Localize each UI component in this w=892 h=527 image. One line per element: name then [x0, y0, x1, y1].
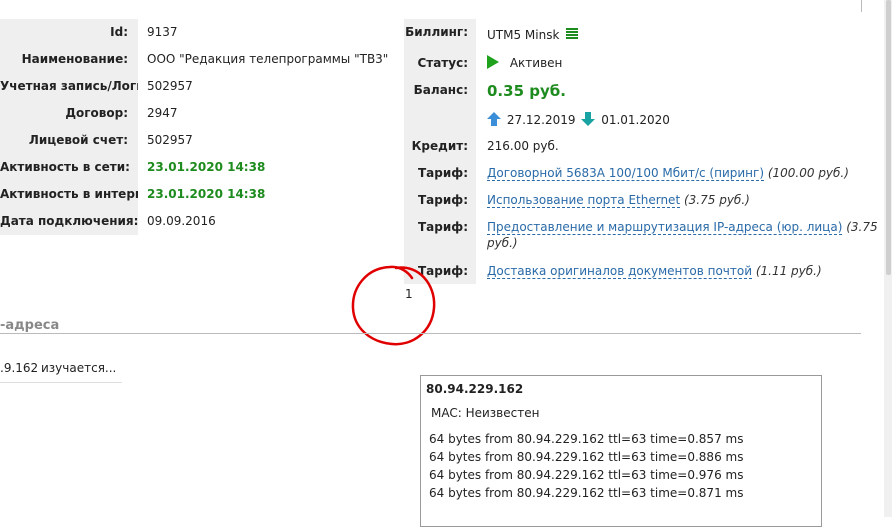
label-id: Id: — [110, 25, 128, 39]
annotation-label: 1 — [405, 287, 413, 301]
billing-labels: Биллинг: Статус: Баланс: Кредит: Тариф: … — [404, 19, 476, 284]
ping-ip: 80.94.229.162 — [426, 382, 524, 396]
label-name: Наименование: — [21, 52, 128, 66]
tariff-price-3: (3.75 — [846, 220, 878, 234]
label-tariff-3: Тариф: — [418, 220, 468, 234]
value-name: ООО "Редакция телепрограммы "ТВ3" — [147, 52, 389, 66]
value-internet-activity: 23.01.2020 14:38 — [147, 187, 266, 201]
annotation-circle — [351, 265, 436, 346]
customer-labels: Id: Наименование: Учетная запись/Логин: … — [0, 19, 138, 235]
tariff-price-3-cont: руб.) — [487, 236, 518, 250]
label-connect-date: Дата подключения: — [0, 214, 138, 228]
tariff-row-2: Использование порта Ethernet (3.75 руб.) — [487, 193, 750, 208]
tariff-price-2: (3.75 руб.) — [683, 193, 750, 207]
ip-value: .9.162 — [0, 361, 39, 375]
tariff-link-2[interactable]: Использование порта Ethernet — [487, 193, 681, 208]
ping-mac: MAC: Неизвестен — [431, 406, 540, 420]
tariff-row-3: Предоставление и маршрутизация IP-адреса… — [487, 220, 878, 235]
label-tariff-1: Тариф: — [418, 166, 468, 180]
ping-output: 64 bytes from 80.94.229.162 ttl=63 time=… — [429, 430, 743, 502]
date-to: 01.01.2020 — [601, 113, 670, 127]
tariff-link-4[interactable]: Доставка оригиналов документов почтой — [487, 264, 753, 279]
value-account: 502957 — [147, 133, 193, 147]
ip-row-divider — [0, 382, 122, 383]
panel-edge — [861, 0, 862, 12]
value-login: 502957 — [147, 79, 193, 93]
billing-system: UTM5 Minsk — [487, 27, 579, 42]
ping-line: 64 bytes from 80.94.229.162 ttl=63 time=… — [429, 486, 744, 500]
label-tariff-2: Тариф: — [418, 193, 468, 207]
value-id: 9137 — [147, 25, 178, 39]
ip-status: изучается... — [41, 361, 117, 375]
customer-values: 9137 ООО "Редакция телепрограммы "ТВ3" 5… — [147, 19, 388, 235]
credit-value: 216.00 руб. — [487, 139, 559, 153]
label-internet-activity: Активность в интернете: — [0, 187, 138, 201]
billing-period: 27.12.2019 01.01.2020 — [487, 112, 670, 127]
tariff-link-1[interactable]: Договорной 5683A 100/100 Мбит/с (пиринг) — [487, 166, 764, 181]
ping-line: 64 bytes from 80.94.229.162 ttl=63 time=… — [429, 432, 744, 446]
billing-system-name: UTM5 Minsk — [487, 28, 560, 42]
section-title: -адреса — [0, 318, 60, 333]
label-credit: Кредит: — [411, 139, 468, 153]
label-status: Статус: — [417, 56, 468, 70]
balance-value: 0.35 руб. — [487, 82, 566, 100]
server-stack-icon — [566, 28, 579, 39]
tariff-link-3[interactable]: Предоставление и маршрутизация IP-адреса… — [487, 220, 843, 235]
label-net-activity: Активность в сети: — [0, 160, 130, 174]
status-text: Активен — [509, 56, 563, 70]
ping-line: 64 bytes from 80.94.229.162 ttl=63 time=… — [429, 450, 744, 464]
ping-line: 64 bytes from 80.94.229.162 ttl=63 time=… — [429, 468, 744, 482]
value-contract: 2947 — [147, 106, 178, 120]
date-from: 27.12.2019 — [506, 113, 576, 127]
label-account: Лицевой счет: — [28, 133, 128, 147]
ping-panel: 80.94.229.162 MAC: Неизвестен 64 bytes f… — [420, 375, 822, 527]
arrow-up-icon — [487, 112, 501, 126]
tariff-price-4: (1.11 руб.) — [755, 264, 822, 278]
label-billing: Биллинг: — [405, 25, 468, 39]
tariff-row-4: Доставка оригиналов документов почтой (1… — [487, 264, 822, 279]
tariff-price-1: (100.00 руб.) — [767, 166, 849, 180]
play-icon — [487, 55, 499, 69]
section-divider — [0, 333, 861, 334]
label-contract: Договор: — [65, 106, 128, 120]
value-net-activity: 23.01.2020 14:38 — [147, 160, 266, 174]
label-login: Учетная запись/Логин: — [0, 79, 138, 93]
billing-status: Активен — [486, 55, 562, 70]
value-connect-date: 09.09.2016 — [147, 214, 216, 228]
tariff-row-1: Договорной 5683A 100/100 Мбит/с (пиринг)… — [487, 166, 849, 181]
label-balance: Баланс: — [413, 83, 468, 97]
scrollbar-thumb[interactable] — [886, 0, 891, 275]
arrow-down-icon — [581, 112, 596, 126]
